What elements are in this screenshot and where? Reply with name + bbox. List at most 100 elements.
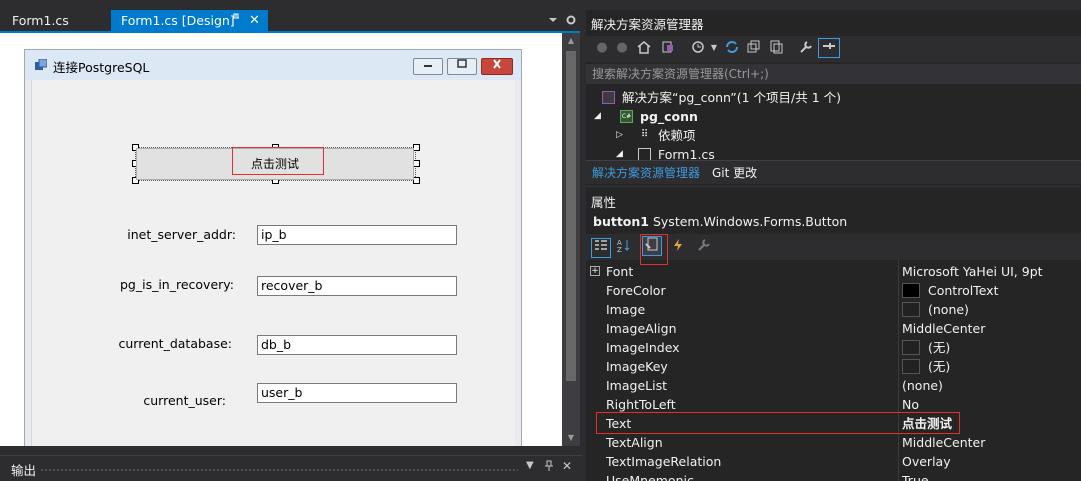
annotation-highlight — [596, 412, 960, 434]
tab-label: Form1.cs — [12, 13, 69, 28]
form-file-icon — [638, 148, 651, 160]
tab-form1-design[interactable]: Form1.cs [Design] ✕ — [111, 10, 268, 32]
sync-icon[interactable] — [724, 40, 740, 56]
property-name: ImageList — [606, 378, 667, 393]
properties-wrench-icon[interactable] — [798, 40, 814, 56]
form-window[interactable]: 连接PostgreSQL 点击测试 inet_server_addr: ip_b… — [24, 49, 522, 446]
property-value[interactable]: Microsoft YaHei UI, 9pt — [902, 262, 1043, 281]
close-icon — [493, 59, 501, 69]
property-name: ForeColor — [606, 283, 666, 298]
dropdown-icon[interactable]: ▼ — [706, 40, 722, 56]
dropdown-and-settings-icon — [549, 15, 576, 25]
close-icon[interactable]: ✕ — [562, 459, 572, 473]
tab-overflow-controls[interactable] — [548, 13, 578, 27]
expand-icon[interactable]: + — [590, 266, 600, 276]
property-row[interactable]: ImageList (none) — [586, 376, 1081, 395]
expanded-arrow-icon[interactable]: ◢ — [594, 107, 601, 126]
form-titlebar[interactable]: 连接PostgreSQL — [25, 50, 521, 80]
pending-changes-icon[interactable] — [690, 40, 706, 56]
form-close-button[interactable] — [481, 58, 513, 75]
forward-icon[interactable]: ● — [614, 40, 630, 56]
document-tab-bar: Form1.cs Form1.cs [Design] ✕ — [0, 0, 582, 33]
pin-icon[interactable] — [544, 460, 554, 474]
collapse-all-icon[interactable] — [746, 40, 762, 56]
textbox-user[interactable]: user_b — [257, 383, 457, 403]
property-name: Image — [606, 302, 646, 317]
panel-grip[interactable] — [40, 468, 518, 472]
property-row[interactable]: ForeColor ControlText — [586, 281, 1081, 300]
property-row[interactable]: ImageKey (无) — [586, 357, 1081, 376]
tree-item-label: 依赖项 — [658, 128, 696, 143]
property-row[interactable]: Image (none) — [586, 300, 1081, 319]
designer-scrollbar[interactable]: ▲ ▼ — [562, 33, 580, 446]
preview-selected-icon[interactable] — [818, 38, 840, 58]
output-panel: 输出 ▼ ✕ — [0, 455, 582, 481]
annotation-highlight — [232, 147, 324, 175]
tree-item-label: pg_conn — [640, 109, 698, 124]
tab-solution-explorer[interactable]: 解决方案资源管理器 — [588, 164, 704, 182]
textbox-ip[interactable]: ip_b — [257, 225, 457, 245]
close-icon[interactable]: ✕ — [249, 10, 260, 32]
categorized-icon[interactable] — [591, 238, 611, 258]
annotation-highlight — [640, 234, 668, 265]
scrollbar-thumb[interactable] — [566, 51, 576, 381]
label-pg-is-in-recovery: pg_is_in_recovery: — [119, 277, 234, 292]
property-row[interactable]: TextAlign MiddleCenter — [586, 433, 1081, 452]
form-client-area: 点击测试 inet_server_addr: ip_b pg_is_in_rec… — [31, 80, 515, 446]
switch-views-icon[interactable] — [660, 40, 676, 56]
resize-handle[interactable] — [413, 144, 420, 151]
scroll-down-icon[interactable]: ▼ — [566, 433, 576, 442]
expanded-arrow-icon[interactable]: ◢ — [616, 145, 623, 160]
property-name: ImageAlign — [606, 321, 677, 336]
tree-item-form1[interactable]: ◢ Form1.cs — [586, 145, 1081, 160]
property-value[interactable]: (none) — [902, 376, 943, 395]
property-row[interactable]: TextImageRelation Overlay — [586, 452, 1081, 471]
object-selector[interactable]: button1 System.Windows.Forms.Button — [593, 214, 847, 229]
property-value[interactable]: (无) — [928, 338, 950, 357]
property-name: TextImageRelation — [606, 454, 722, 469]
home-icon[interactable] — [636, 40, 652, 56]
solution-search-input[interactable]: 搜索解决方案资源管理器(Ctrl+;) — [586, 64, 1081, 84]
property-row[interactable]: + Font Microsoft YaHei UI, 9pt — [586, 262, 1081, 281]
scroll-up-icon[interactable]: ▲ — [566, 36, 576, 45]
property-value[interactable]: ControlText — [928, 281, 998, 300]
label-inet-server-addr: inet_server_addr: — [127, 227, 236, 242]
property-row[interactable]: ImageAlign MiddleCenter — [586, 319, 1081, 338]
property-value[interactable]: (none) — [928, 300, 969, 319]
label-current-user: current_user: — [143, 393, 226, 408]
property-value[interactable]: Overlay — [902, 452, 951, 471]
tab-form1-cs[interactable]: Form1.cs — [2, 10, 108, 32]
tree-item-label: Form1.cs — [658, 147, 715, 160]
property-value[interactable]: True — [902, 471, 929, 481]
property-row[interactable]: ImageIndex (无) — [586, 338, 1081, 357]
svg-text:Z: Z — [617, 246, 622, 252]
pin-icon[interactable] — [231, 10, 241, 32]
properties-toolbar: AZ — [586, 234, 1081, 265]
textbox-recover[interactable]: recover_b — [257, 276, 457, 296]
tree-item-dependencies[interactable]: ▷ ⠿ 依赖项 — [586, 126, 1081, 145]
minimize-button[interactable] — [413, 58, 443, 75]
resize-handle[interactable] — [413, 177, 420, 184]
form-title: 连接PostgreSQL — [53, 60, 150, 75]
tab-git-changes[interactable]: Git 更改 — [708, 164, 761, 182]
dropdown-icon[interactable]: ▼ — [526, 460, 534, 471]
property-row[interactable]: UseMnemonic True — [586, 471, 1081, 481]
alphabetical-icon[interactable]: AZ — [616, 238, 632, 254]
property-value[interactable]: (无) — [928, 357, 950, 376]
tree-item-project[interactable]: ◢ C# pg_conn — [586, 107, 1081, 126]
textbox-db[interactable]: db_b — [257, 335, 457, 355]
events-icon[interactable] — [670, 238, 686, 254]
collapsed-arrow-icon[interactable]: ▷ — [616, 126, 623, 145]
property-value[interactable]: MiddleCenter — [902, 433, 985, 452]
resize-handle[interactable] — [413, 160, 420, 167]
tab-label: Form1.cs [Design] — [121, 13, 235, 28]
image-swatch — [902, 340, 920, 355]
maximize-button[interactable] — [447, 58, 477, 75]
back-icon[interactable]: ● — [594, 40, 610, 56]
property-name: TextAlign — [606, 435, 663, 450]
show-all-files-icon[interactable] — [768, 40, 784, 56]
object-name: button1 — [593, 214, 649, 229]
tree-item-solution[interactable]: 解决方案“pg_conn”(1 个项目/共 1 个) — [586, 88, 1081, 107]
property-pages-icon[interactable] — [696, 238, 712, 254]
property-value[interactable]: MiddleCenter — [902, 319, 985, 338]
